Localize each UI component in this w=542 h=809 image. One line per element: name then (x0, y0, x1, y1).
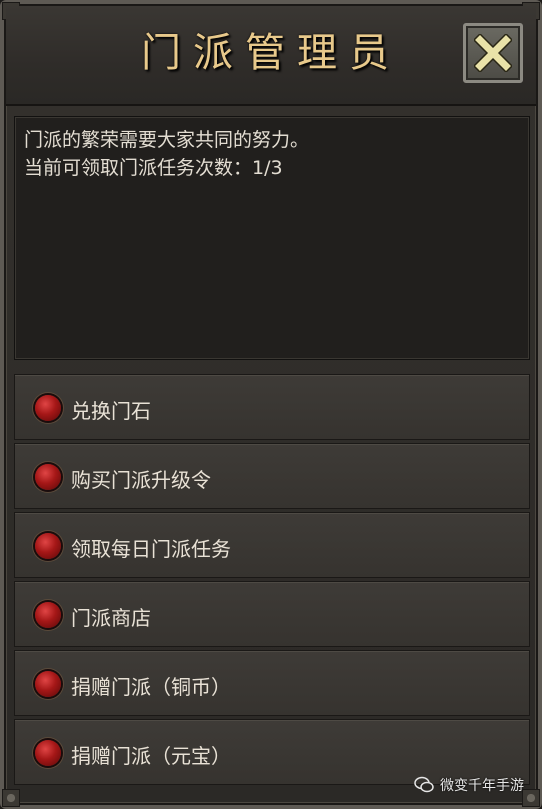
option-label: 购买门派升级令 (71, 468, 211, 492)
red-orb-icon (35, 602, 61, 628)
option-exchange-stone[interactable]: 兑换门石 (14, 374, 530, 440)
option-daily-task[interactable]: 领取每日门派任务 (14, 512, 530, 578)
option-label: 领取每日门派任务 (71, 537, 231, 561)
description-panel: 门派的繁荣需要大家共同的努力。 当前可领取门派任务次数：1/3 (14, 116, 530, 360)
option-label: 门派商店 (71, 606, 151, 630)
option-donate-copper[interactable]: 捐赠门派（铜币） (14, 650, 530, 716)
watermark-text: 微变千年手游 (440, 778, 524, 794)
close-button[interactable] (463, 23, 523, 83)
option-buy-upgrade-token[interactable]: 购买门派升级令 (14, 443, 530, 509)
task-count-text: 当前可领取门派任务次数：1/3 (24, 157, 283, 179)
wechat-icon (414, 776, 434, 793)
option-label: 捐赠门派（铜币） (71, 675, 231, 699)
red-orb-icon (35, 464, 61, 490)
red-orb-icon (35, 533, 61, 559)
option-sect-shop[interactable]: 门派商店 (14, 581, 530, 647)
watermark: 微变千年手游 (414, 775, 524, 795)
window-title: 门派管理员 (141, 30, 401, 76)
option-label: 捐赠门派（元宝） (71, 744, 231, 768)
close-icon (474, 34, 512, 72)
corner-ornament (2, 789, 20, 807)
red-orb-icon (35, 671, 61, 697)
option-menu: 兑换门石 购买门派升级令 领取每日门派任务 门派商店 捐赠门派（铜币） 捐赠门派… (14, 374, 530, 788)
description-text: 门派的繁荣需要大家共同的努力。 (24, 129, 310, 151)
red-orb-icon (35, 740, 61, 766)
red-orb-icon (35, 395, 61, 421)
option-label: 兑换门石 (71, 399, 151, 423)
corner-ornament (522, 789, 540, 807)
